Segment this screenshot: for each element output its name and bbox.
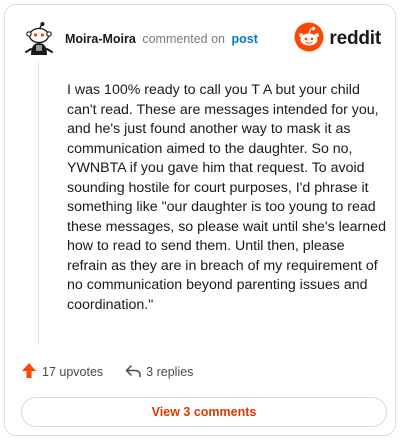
comment-meta: Moira-Moira commented on post — [65, 32, 258, 46]
brand-name: reddit — [329, 28, 381, 49]
comment-header: Moira-Moira commented on post reddit — [21, 19, 381, 59]
comment-body: I was 100% ready to call you T A but you… — [67, 82, 386, 313]
view-comments-button[interactable]: View 3 comments — [21, 397, 387, 427]
username[interactable]: Moira-Moira — [65, 32, 136, 46]
reddit-brand[interactable]: reddit — [294, 22, 381, 57]
snoo-avatar-icon[interactable] — [21, 21, 57, 57]
upvote-count: 17 upvotes — [42, 365, 104, 379]
reddit-logo-icon — [294, 22, 324, 57]
upvote-button[interactable]: 17 upvotes — [21, 362, 103, 382]
comment-card: Moira-Moira commented on post reddit I w… — [4, 4, 396, 436]
action-text: commented on — [142, 32, 226, 46]
thread-line[interactable] — [38, 61, 39, 345]
upvote-arrow-icon — [21, 362, 37, 382]
replies-count: 3 replies — [146, 365, 194, 379]
post-link[interactable]: post — [232, 32, 258, 46]
reply-arrow-icon — [125, 364, 141, 381]
replies-button[interactable]: 3 replies — [125, 364, 193, 381]
comment-actions: 17 upvotes 3 replies — [21, 361, 215, 383]
